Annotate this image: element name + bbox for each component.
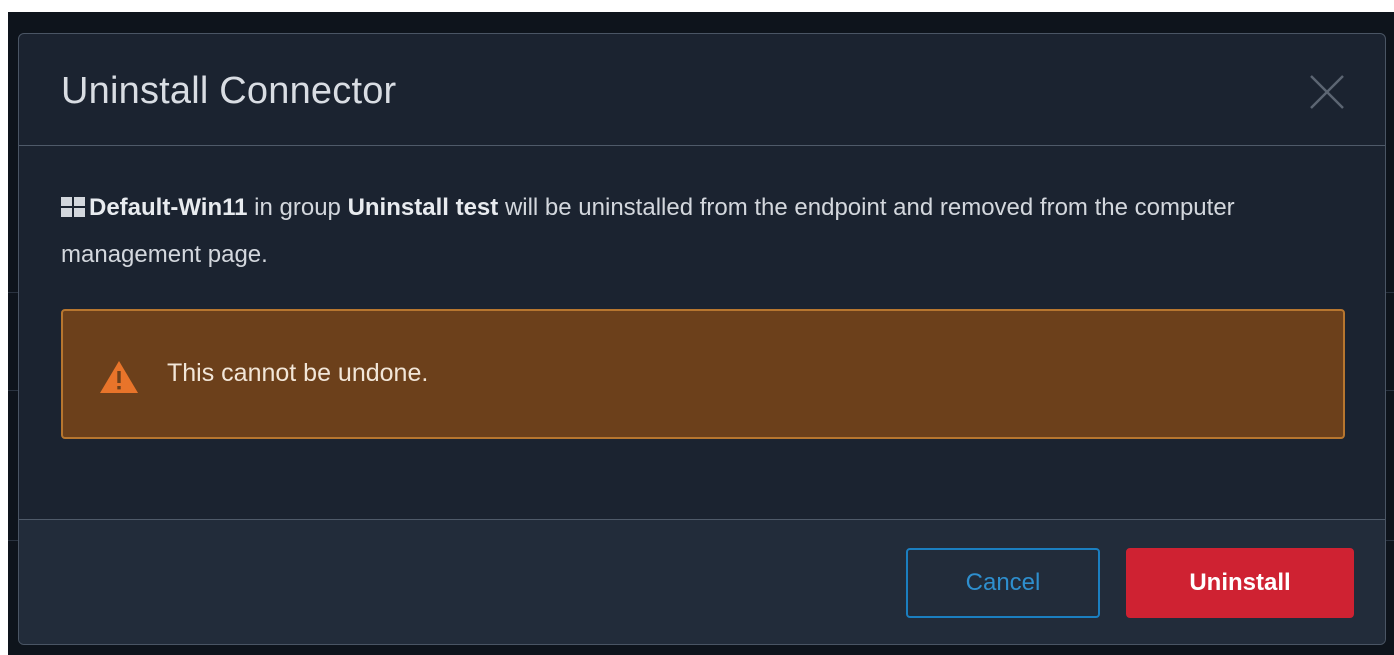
dialog-header: Uninstall Connector <box>19 34 1385 146</box>
warning-icon <box>99 360 139 394</box>
dialog-footer: Cancel Uninstall <box>19 519 1385 644</box>
close-icon <box>1310 75 1344 109</box>
dialog-body: Default-Win11 in group Uninstall test wi… <box>19 146 1385 519</box>
dialog-title: Uninstall Connector <box>61 70 397 112</box>
uninstall-connector-dialog: Uninstall Connector Default-Win11 in gro… <box>18 33 1386 645</box>
warning-text: This cannot be undone. <box>167 359 429 387</box>
group-name: Uninstall test <box>347 194 499 221</box>
uninstall-button[interactable]: Uninstall <box>1126 548 1354 618</box>
computer-name: Default-Win11 <box>89 194 248 221</box>
uninstall-message: Default-Win11 in group Uninstall test wi… <box>61 184 1341 278</box>
message-text: in group <box>254 194 341 221</box>
windows-icon <box>61 197 85 217</box>
warning-alert: This cannot be undone. <box>61 309 1345 439</box>
close-button[interactable] <box>1307 72 1347 112</box>
cancel-button[interactable]: Cancel <box>906 548 1100 618</box>
